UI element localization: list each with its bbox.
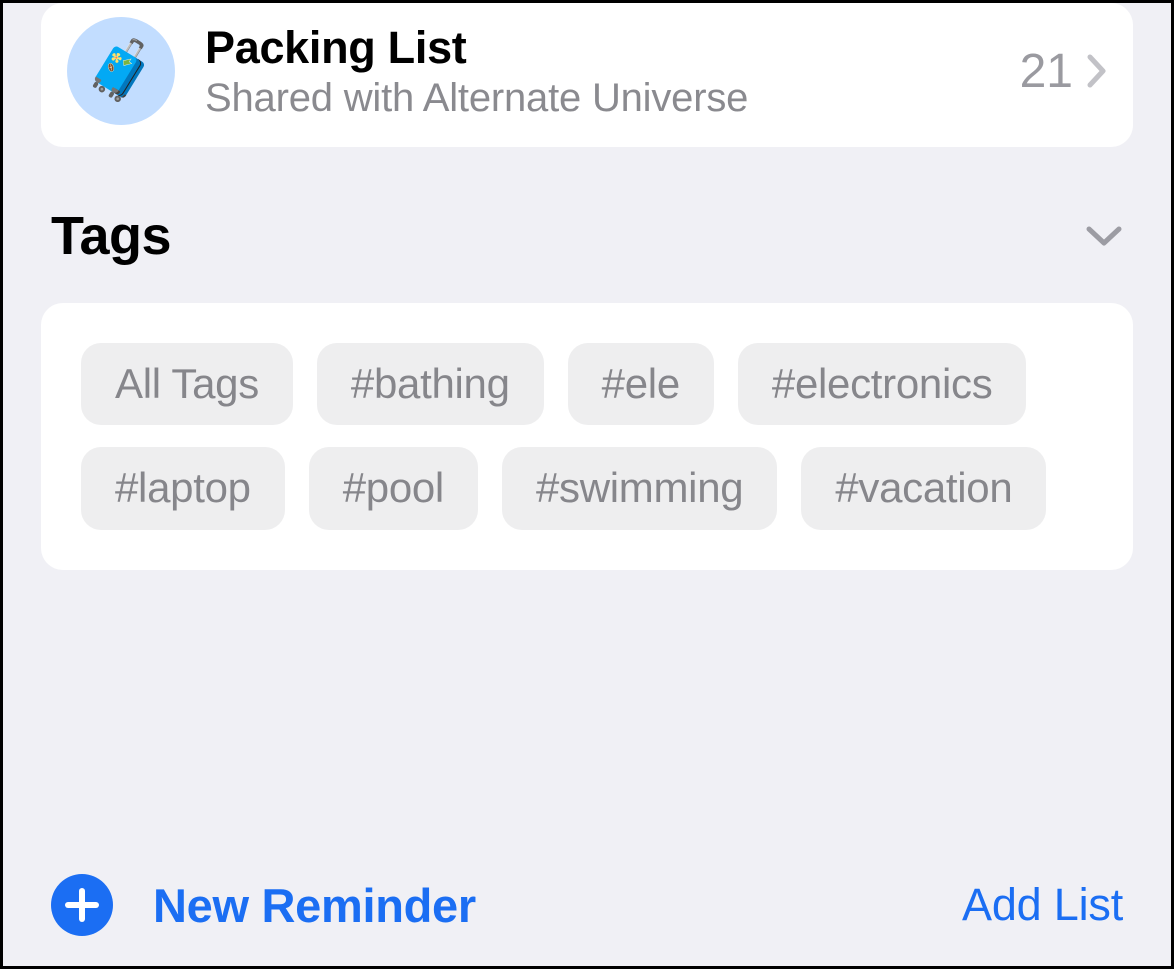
chevron-right-icon: [1087, 54, 1107, 88]
tag-chip-ele[interactable]: #ele: [568, 343, 714, 425]
list-count: 21: [1020, 44, 1073, 99]
tag-chip-bathing[interactable]: #bathing: [317, 343, 544, 425]
tag-chip-all[interactable]: All Tags: [81, 343, 293, 425]
tags-card: All Tags #bathing #ele #electronics #lap…: [41, 303, 1133, 570]
tag-chip-vacation[interactable]: #vacation: [801, 447, 1046, 529]
new-reminder-label: New Reminder: [153, 878, 476, 933]
list-card: 🧳 Packing List Shared with Alternate Uni…: [41, 3, 1133, 147]
add-list-button[interactable]: Add List: [962, 879, 1123, 931]
plus-circle-icon: [51, 874, 113, 936]
tags-section-title: Tags: [51, 205, 171, 267]
tag-chip-laptop[interactable]: #laptop: [81, 447, 285, 529]
bottom-toolbar: New Reminder Add List: [3, 874, 1171, 936]
tag-chip-pool[interactable]: #pool: [309, 447, 478, 529]
list-title: Packing List: [205, 22, 1020, 74]
chevron-down-icon: [1085, 225, 1123, 247]
list-text: Packing List Shared with Alternate Unive…: [205, 22, 1020, 121]
tag-container: All Tags #bathing #ele #electronics #lap…: [81, 343, 1093, 530]
tags-section-header[interactable]: Tags: [41, 205, 1133, 267]
list-icon: 🧳: [67, 17, 175, 125]
new-reminder-button[interactable]: New Reminder: [51, 874, 476, 936]
tag-chip-swimming[interactable]: #swimming: [502, 447, 777, 529]
briefcase-icon: 🧳: [85, 42, 157, 100]
list-row-packing-list[interactable]: 🧳 Packing List Shared with Alternate Uni…: [41, 3, 1133, 147]
list-subtitle: Shared with Alternate Universe: [205, 76, 1020, 121]
tag-chip-electronics[interactable]: #electronics: [738, 343, 1027, 425]
